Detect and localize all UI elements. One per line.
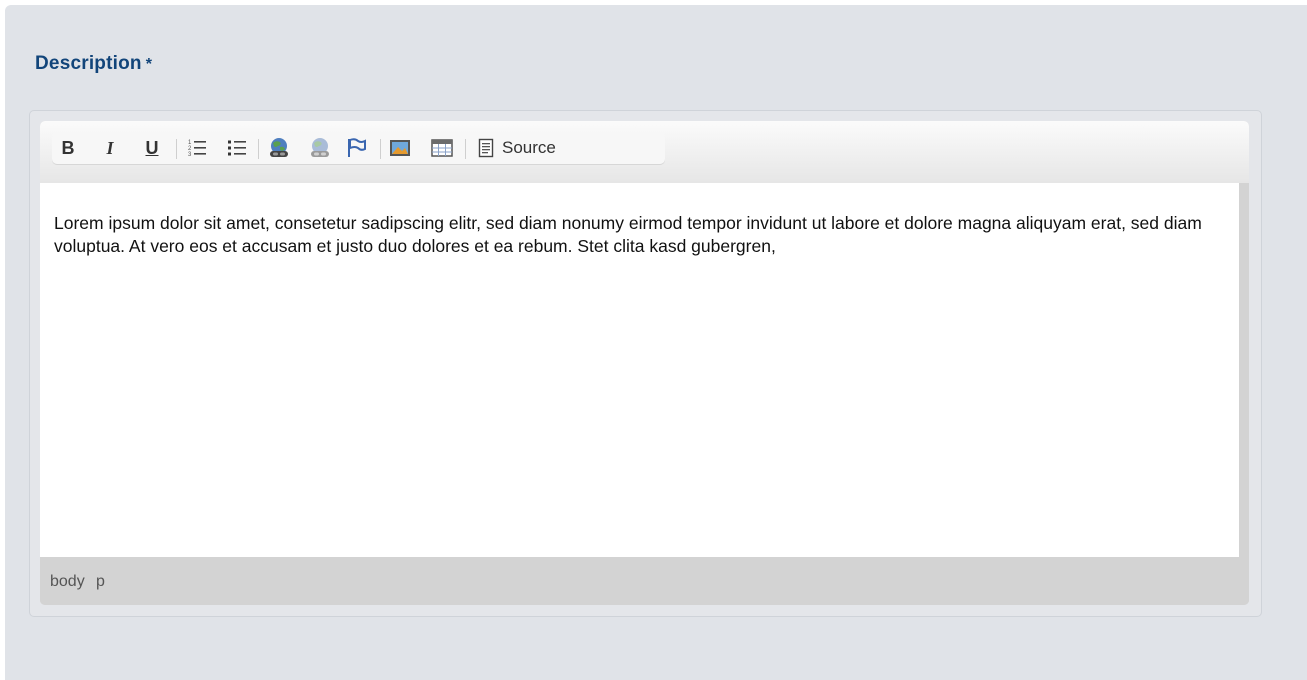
italic-button[interactable]: I [98, 136, 122, 160]
editor-wrapper: B I U 123 Source Lorem ipsum dolor sit a… [29, 110, 1262, 617]
toolbar-separator [380, 139, 381, 159]
numbered-list-button[interactable]: 123 [185, 136, 209, 160]
table-icon [431, 139, 453, 157]
source-label: Source [502, 138, 556, 157]
source-button[interactable]: Source [478, 136, 556, 160]
unlink-button[interactable] [308, 136, 332, 160]
editor-content-area[interactable]: Lorem ipsum dolor sit amet, consetetur s… [40, 183, 1239, 557]
element-path-bar: body p [40, 557, 1249, 605]
unlink-icon [311, 138, 329, 157]
svg-text:3: 3 [188, 152, 192, 158]
editor-paragraph[interactable]: Lorem ipsum dolor sit amet, consetetur s… [54, 212, 1224, 258]
table-button[interactable] [430, 136, 454, 160]
italic-icon: I [106, 137, 114, 158]
bold-icon: B [61, 137, 75, 158]
image-button[interactable] [388, 136, 412, 160]
underline-button[interactable]: U [140, 136, 164, 160]
path-item-body[interactable]: body [50, 573, 85, 591]
numbered-list-icon: 123 [188, 140, 206, 158]
bulleted-list-button[interactable] [225, 136, 249, 160]
image-icon [390, 140, 410, 156]
toolbar-separator [465, 139, 466, 159]
anchor-button[interactable] [344, 136, 368, 160]
required-mark: * [145, 56, 153, 73]
link-icon [270, 138, 288, 157]
field-label-text: Description [35, 53, 142, 74]
toolbar-group: B I U 123 Source [52, 132, 665, 164]
bulleted-list-icon [228, 140, 246, 156]
anchor-flag-icon [348, 138, 366, 157]
rich-text-editor: B I U 123 Source Lorem ipsum dolor sit a… [40, 121, 1249, 605]
link-button[interactable] [267, 136, 291, 160]
editor-toolbar: B I U 123 Source [40, 121, 1249, 183]
underline-icon: U [145, 137, 159, 158]
toolbar-separator [176, 139, 177, 159]
toolbar-separator [258, 139, 259, 159]
bold-button[interactable]: B [56, 136, 80, 160]
field-label: Description * [35, 53, 152, 75]
source-document-icon [478, 138, 494, 158]
path-item-p[interactable]: p [96, 573, 105, 591]
